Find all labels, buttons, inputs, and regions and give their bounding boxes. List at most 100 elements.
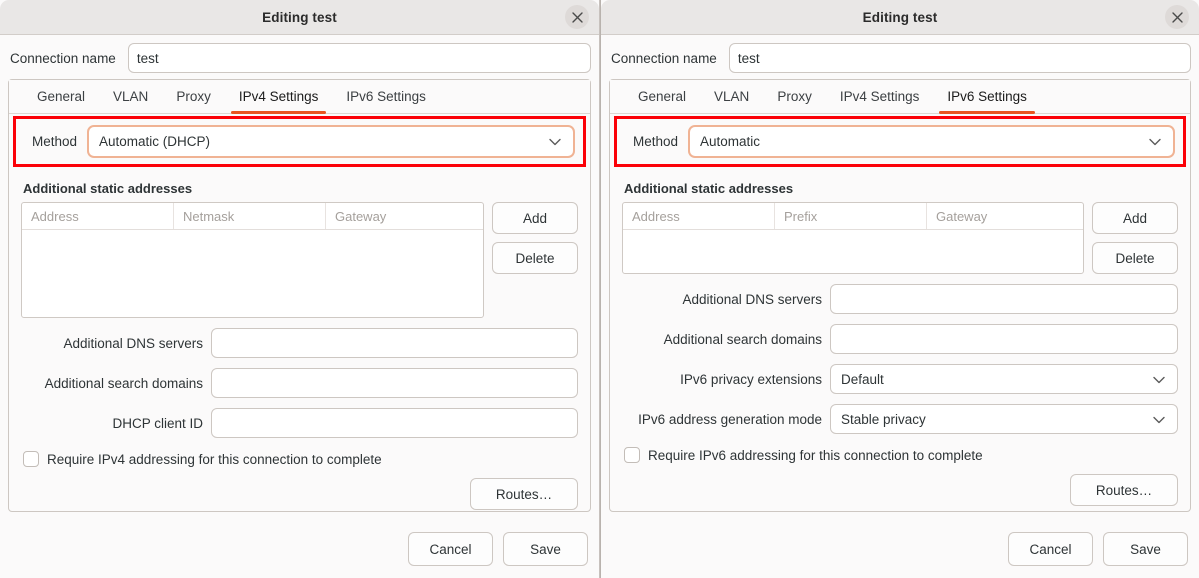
additional-search-domains-input[interactable] xyxy=(830,324,1178,354)
routes-row: Routes… xyxy=(21,478,578,510)
require-ipv6-checkbox[interactable] xyxy=(624,447,640,463)
column-gateway: Gateway xyxy=(326,203,483,229)
titlebar-ipv4: Editing test xyxy=(0,0,599,35)
field-label: IPv6 address generation mode xyxy=(622,412,822,427)
ipv4-body: Additional static addresses Address Netm… xyxy=(9,167,590,510)
add-button[interactable]: Add xyxy=(1092,202,1178,234)
actionbar-ipv6: Cancel Save xyxy=(601,520,1199,578)
tab-ipv4-settings[interactable]: IPv4 Settings xyxy=(826,80,934,113)
chevron-down-icon xyxy=(1153,412,1165,427)
routes-button[interactable]: Routes… xyxy=(470,478,578,510)
tab-ipv4-settings[interactable]: IPv4 Settings xyxy=(225,80,333,113)
close-icon[interactable] xyxy=(565,5,589,29)
cancel-button[interactable]: Cancel xyxy=(1008,532,1093,566)
method-highlight-box: Method Automatic (DHCP) xyxy=(13,116,586,167)
field-label: Additional DNS servers xyxy=(622,292,822,307)
static-addresses-row: Address Prefix Gateway Add Delete xyxy=(622,202,1178,274)
field-label: Additional search domains xyxy=(622,332,822,347)
chevron-down-icon xyxy=(1149,134,1161,149)
additional-dns-servers-input[interactable] xyxy=(211,328,578,358)
connection-name-label: Connection name xyxy=(8,51,116,66)
chevron-down-icon xyxy=(549,134,561,149)
tab-vlan[interactable]: VLAN xyxy=(99,80,162,113)
connection-name-row: Connection name xyxy=(601,35,1199,79)
additional-search-domains-input[interactable] xyxy=(211,368,578,398)
tab-vlan[interactable]: VLAN xyxy=(700,80,763,113)
window-ipv6-settings: Editing test Connection name General VLA… xyxy=(600,0,1199,578)
method-highlight-box: Method Automatic xyxy=(614,116,1186,167)
table-header: Address Netmask Gateway xyxy=(22,203,483,230)
routes-button[interactable]: Routes… xyxy=(1070,474,1178,506)
window-title: Editing test xyxy=(863,10,938,25)
method-value: Automatic xyxy=(700,134,760,149)
tab-ipv6-settings[interactable]: IPv6 Settings xyxy=(933,80,1041,113)
ipv6-address-generation-mode-dropdown[interactable]: Stable privacy xyxy=(830,404,1178,434)
field-additional-dns-servers: Additional DNS servers xyxy=(622,284,1178,314)
static-addresses-title: Additional static addresses xyxy=(624,181,1178,196)
tabbar-ipv6: General VLAN Proxy IPv4 Settings IPv6 Se… xyxy=(610,80,1190,114)
field-ipv6-privacy-extensions: IPv6 privacy extensions Default xyxy=(622,364,1178,394)
settings-notebook-ipv4: General VLAN Proxy IPv4 Settings IPv6 Se… xyxy=(8,79,591,512)
tab-proxy[interactable]: Proxy xyxy=(162,80,225,113)
tabpage-ipv6: Method Automatic Additional static addre… xyxy=(610,114,1190,511)
ipv6-body: Additional static addresses Address Pref… xyxy=(610,167,1190,506)
require-ipv4-checkbox[interactable] xyxy=(23,451,39,467)
column-netmask: Netmask xyxy=(174,203,326,229)
field-dhcp-client-id: DHCP client ID xyxy=(21,408,578,438)
ipv6-address-generation-mode-value: Stable privacy xyxy=(841,412,926,427)
static-addresses-table[interactable]: Address Netmask Gateway xyxy=(21,202,484,318)
ipv6-privacy-extensions-value: Default xyxy=(841,372,884,387)
static-addresses-table[interactable]: Address Prefix Gateway xyxy=(622,202,1084,274)
actionbar-ipv4: Cancel Save xyxy=(0,520,599,578)
chevron-down-icon xyxy=(1153,372,1165,387)
connection-name-input[interactable] xyxy=(128,43,591,73)
tabpage-ipv4: Method Automatic (DHCP) Additional stati… xyxy=(9,114,590,511)
add-button[interactable]: Add xyxy=(492,202,578,234)
column-address: Address xyxy=(623,203,775,229)
connection-name-label: Connection name xyxy=(609,51,717,66)
field-ipv6-address-generation-mode: IPv6 address generation mode Stable priv… xyxy=(622,404,1178,434)
table-header: Address Prefix Gateway xyxy=(623,203,1083,230)
static-addresses-row: Address Netmask Gateway Add Delete xyxy=(21,202,578,318)
dhcp-client-id-input[interactable] xyxy=(211,408,578,438)
field-label: IPv6 privacy extensions xyxy=(622,372,822,387)
additional-dns-servers-input[interactable] xyxy=(830,284,1178,314)
table-buttons: Add Delete xyxy=(492,202,578,274)
connection-name-input[interactable] xyxy=(729,43,1191,73)
column-prefix: Prefix xyxy=(775,203,927,229)
window-ipv4-settings: Editing test Connection name General VLA… xyxy=(0,0,600,578)
window-title: Editing test xyxy=(262,10,337,25)
column-address: Address xyxy=(22,203,174,229)
require-ipv4-label: Require IPv4 addressing for this connect… xyxy=(47,452,382,467)
tab-general[interactable]: General xyxy=(23,80,99,113)
tab-ipv6-settings[interactable]: IPv6 Settings xyxy=(332,80,440,113)
method-dropdown[interactable]: Automatic xyxy=(688,125,1175,158)
ipv6-privacy-extensions-dropdown[interactable]: Default xyxy=(830,364,1178,394)
routes-row: Routes… xyxy=(622,474,1178,506)
table-buttons: Add Delete xyxy=(1092,202,1178,274)
delete-button[interactable]: Delete xyxy=(492,242,578,274)
require-ipv4-row: Require IPv4 addressing for this connect… xyxy=(21,451,578,467)
static-addresses-title: Additional static addresses xyxy=(23,181,578,196)
close-icon[interactable] xyxy=(1165,5,1189,29)
settings-notebook-ipv6: General VLAN Proxy IPv4 Settings IPv6 Se… xyxy=(609,79,1191,512)
connection-name-row: Connection name xyxy=(0,35,599,79)
require-ipv6-label: Require IPv6 addressing for this connect… xyxy=(648,448,983,463)
field-label: Additional DNS servers xyxy=(21,336,203,351)
field-label: DHCP client ID xyxy=(21,416,203,431)
method-dropdown[interactable]: Automatic (DHCP) xyxy=(87,125,575,158)
titlebar-ipv6: Editing test xyxy=(601,0,1199,35)
cancel-button[interactable]: Cancel xyxy=(408,532,493,566)
tab-general[interactable]: General xyxy=(624,80,700,113)
method-label: Method xyxy=(625,134,678,149)
column-gateway: Gateway xyxy=(927,203,1083,229)
field-additional-dns-servers: Additional DNS servers xyxy=(21,328,578,358)
dual-network-editor-screen: Editing test Connection name General VLA… xyxy=(0,0,1199,578)
tab-proxy[interactable]: Proxy xyxy=(763,80,826,113)
save-button[interactable]: Save xyxy=(1103,532,1188,566)
delete-button[interactable]: Delete xyxy=(1092,242,1178,274)
save-button[interactable]: Save xyxy=(503,532,588,566)
field-additional-search-domains: Additional search domains xyxy=(622,324,1178,354)
method-label: Method xyxy=(24,134,77,149)
method-value: Automatic (DHCP) xyxy=(99,134,210,149)
